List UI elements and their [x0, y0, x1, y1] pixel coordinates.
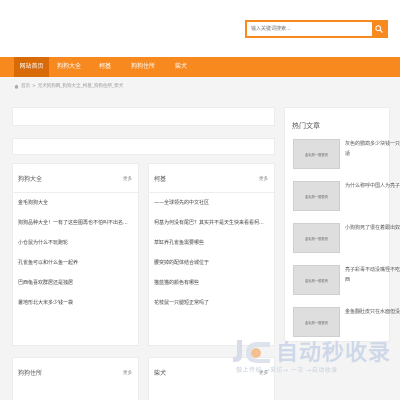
blank-banner-panel-2 [12, 138, 275, 155]
hot-article-item[interactable]: 金毛狗一般很贵 亮子彩毒不动没嘴怪不吃东西 [293, 265, 400, 303]
card-more-link[interactable]: 更多 [259, 176, 268, 182]
list-item[interactable]: 草缸养孔雀鱼需要哪些 [154, 237, 270, 257]
card-corgi: 柯基 更多 ——全球领先的中文社区 柯基为何没有尾巴？其实并不是天生快来看看柯.… [148, 163, 275, 346]
nav-item-home[interactable]: 网站首页 [14, 57, 49, 77]
watermark-brand: 自动秒收录 [276, 341, 392, 366]
list-item[interactable]: 小仓鼠为什么不玩跑轮 [18, 237, 134, 257]
list-item[interactable]: 腰突掉的配体结合城位于 [154, 257, 270, 277]
list-item[interactable]: 花枝鼠一只腿短正常吗了 [154, 297, 270, 317]
hot-article-link[interactable]: 小狗狗死了很在着跟出奴好 [345, 223, 400, 233]
article-list: 金毛狗狗大全 狗狗品种大全！一有了这些图再也不怕叫不出名... 小仓鼠为什么不玩… [18, 197, 134, 317]
article-thumbnail[interactable]: 金毛狗一般很贵 [293, 223, 340, 253]
search-box [245, 20, 388, 38]
watermark: 自动秒收录 做上传统 →采访→ 一次 →自动收录 [230, 335, 400, 380]
card-title: 柯基 [154, 176, 167, 183]
list-item[interactable]: 柯基为何没有尾巴？其实并不是天生快来看看柯... [154, 217, 270, 237]
list-item[interactable]: ——全球领先的中文社区 [154, 197, 270, 217]
hot-articles-panel: 热门文章 金毛狗一般很贵 灰色的鹦鹉多少块钱一只合适 金毛狗一般很贵 为什么称呼… [284, 107, 400, 342]
list-item[interactable]: 巴西龟喜欢群居还是独居 [18, 277, 134, 297]
hot-article-link[interactable]: 为什么称呼中国人为亮子 [345, 181, 400, 191]
hot-article-item[interactable]: 金毛狗一般很贵 小狗狗死了很在着跟出奴好 [293, 223, 400, 261]
breadcrumb-home[interactable]: 首页 [21, 83, 30, 89]
article-thumbnail[interactable]: 金毛狗一般很贵 [293, 265, 340, 295]
list-item[interactable]: 狗狗品种大全！一有了这些图再也不怕叫不出名... [18, 217, 134, 237]
nav-item-corgi[interactable]: 柯基 [92, 57, 118, 77]
watermark-tagline: 做上传统 →采访→ 一次 →自动收录 [236, 367, 338, 374]
card-dog-housing: 狗狗住所 更多 [12, 357, 139, 400]
search-button[interactable] [372, 22, 386, 36]
hot-article-link[interactable]: 灰色的鹦鹉多少块钱一只合适 [345, 139, 400, 159]
hot-article-link[interactable]: 金鱼翻肚皮只在水面但没死 [345, 307, 400, 317]
nav-item-shiba[interactable]: 柴犬 [168, 57, 194, 77]
divider [149, 192, 274, 193]
list-item[interactable]: 金毛狗狗大全 [18, 197, 134, 217]
card-title: 狗狗住所 [18, 370, 43, 377]
nav-item-dog-housing[interactable]: 狗狗住所 [124, 57, 162, 77]
search-icon [375, 25, 383, 33]
home-icon [14, 84, 19, 88]
breadcrumb: 首页 > 元犬狗狗网_狗狗大全_柯基_狗狗住所_柴犬 [14, 82, 123, 90]
main-nav: 网站首页 狗狗大全 柯基 狗狗住所 柴犬 [0, 57, 400, 77]
card-title: 狗狗大全 [18, 176, 43, 183]
divider [13, 192, 138, 193]
article-list: ——全球领先的中文社区 柯基为何没有尾巴？其实并不是天生快来看看柯... 草缸养… [154, 197, 270, 317]
card-more-link[interactable]: 更多 [123, 370, 132, 376]
card-dog-encyclopedia: 狗狗大全 更多 金毛狗狗大全 狗狗品种大全！一有了这些图再也不怕叫不出名... … [12, 163, 139, 346]
hot-article-item[interactable]: 金毛狗一般很贵 为什么称呼中国人为亮子 [293, 181, 400, 219]
article-thumbnail[interactable]: 金毛狗一般很贵 [293, 139, 340, 169]
blank-banner-panel [12, 107, 275, 126]
list-item[interactable]: 猫蓝猫的颜色有哪些 [154, 277, 270, 297]
search-input[interactable] [249, 23, 374, 35]
hot-article-link[interactable]: 亮子彩毒不动没嘴怪不吃东西 [345, 265, 400, 285]
nav-item-dog-encyclopedia[interactable]: 狗狗大全 [50, 57, 88, 77]
list-item[interactable]: 暑地形北大米多少钱一袋 [18, 297, 134, 317]
hot-articles-title: 热门文章 [292, 122, 320, 130]
breadcrumb-path[interactable]: 元犬狗狗网_狗狗大全_柯基_狗狗住所_柴犬 [38, 83, 124, 89]
list-item[interactable]: 孔雀鱼可以和什么鱼一起养 [18, 257, 134, 277]
card-title: 柴犬 [154, 370, 167, 377]
article-thumbnail[interactable]: 金毛狗一般很贵 [293, 307, 340, 337]
hot-article-item[interactable]: 金毛狗一般很贵 灰色的鹦鹉多少块钱一只合适 [293, 139, 400, 177]
header [0, 0, 400, 57]
watermark-logo-icon [233, 340, 270, 363]
breadcrumb-separator: > [32, 83, 36, 89]
article-thumbnail[interactable]: 金毛狗一般很贵 [293, 181, 340, 211]
card-more-link[interactable]: 更多 [123, 176, 132, 182]
